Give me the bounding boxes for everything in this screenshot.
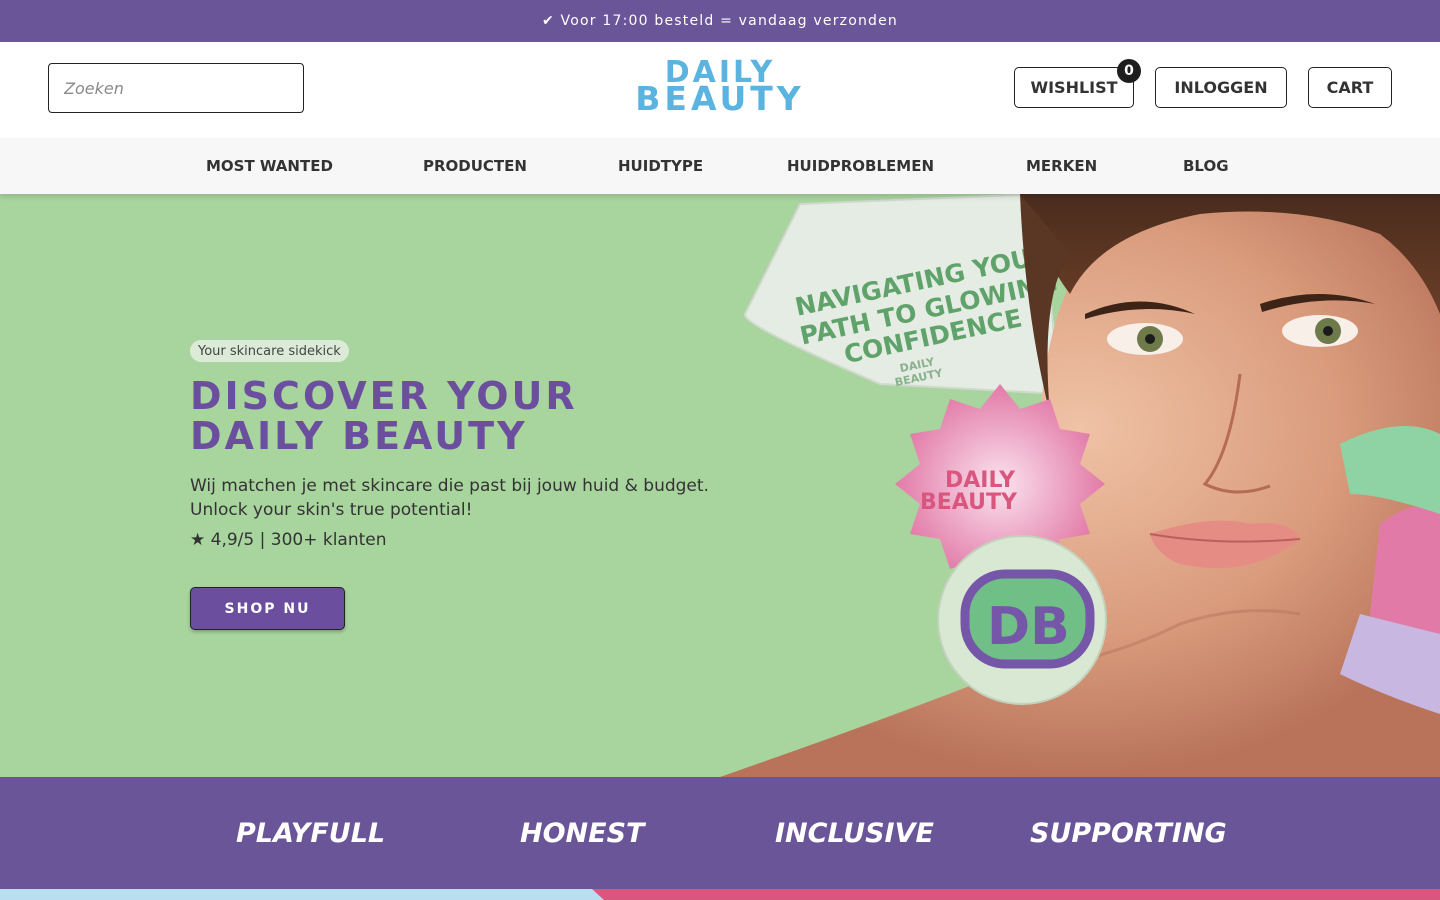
value-inclusive: INCLUSIVE [775,817,934,849]
wishlist-count-badge: 0 [1117,59,1141,83]
bottom-color-strip [0,889,1440,900]
site-header: DAILY BEAUTY WISHLIST 0 INLOGGEN CART [0,42,1440,138]
nav-item-producten[interactable]: PRODUCTEN [423,138,527,194]
shop-now-button[interactable]: SHOP NU [190,587,345,630]
hero-title-line2: DAILY BEAUTY [190,414,528,458]
hero-banner: NAVIGATING YOUR PATH TO GLOWING CONFIDEN… [0,194,1440,777]
main-nav: MOST WANTED PRODUCTEN HUIDTYPE HUIDPROBL… [0,138,1440,194]
cart-button[interactable]: CART [1308,67,1392,108]
sticker2-line2: BEAUTY [920,490,1018,515]
logo[interactable]: DAILY BEAUTY [612,58,828,120]
hero-title: DISCOVER YOUR DAILY BEAUTY [190,376,750,456]
nav-item-merken[interactable]: MERKEN [1026,138,1097,194]
hero-subtitle-line2: Unlock your skin's true potential! [190,500,473,520]
nav-item-most-wanted[interactable]: MOST WANTED [206,138,333,194]
nav-item-huidproblemen[interactable]: HUIDPROBLEMEN [787,138,934,194]
search-input[interactable] [48,63,304,113]
value-supporting: SUPPORTING [1030,817,1227,849]
logo-line-beauty: BEAUTY [635,79,805,118]
hero-rating: ★ 4,9/5 | 300+ klanten [190,530,387,550]
value-playfull: PLAYFULL [236,817,386,849]
hero-tag: Your skincare sidekick [190,340,349,362]
nav-item-blog[interactable]: BLOG [1183,138,1229,194]
hero-subtitle: Wij matchen je met skincare die past bij… [190,474,790,522]
hero-subtitle-line1: Wij matchen je met skincare die past bij… [190,476,709,496]
sticker-db: DB [937,535,1107,705]
hero-title-line1: DISCOVER YOUR [190,374,578,418]
sticker3-text: DB [987,597,1070,657]
sticker-navigating: NAVIGATING YOUR PATH TO GLOWING CONFIDEN… [743,194,1062,396]
wishlist-button[interactable]: WISHLIST [1014,67,1134,108]
announcement-text: ✔ Voor 17:00 besteld = vandaag verzonden [541,13,899,29]
announcement-bar: ✔ Voor 17:00 besteld = vandaag verzonden [0,0,1440,42]
brand-values-band: PLAYFULL HONEST INCLUSIVE SUPPORTING [0,777,1440,889]
nav-item-huidtype[interactable]: HUIDTYPE [618,138,703,194]
value-honest: HONEST [520,817,645,849]
login-button[interactable]: INLOGGEN [1155,67,1287,108]
